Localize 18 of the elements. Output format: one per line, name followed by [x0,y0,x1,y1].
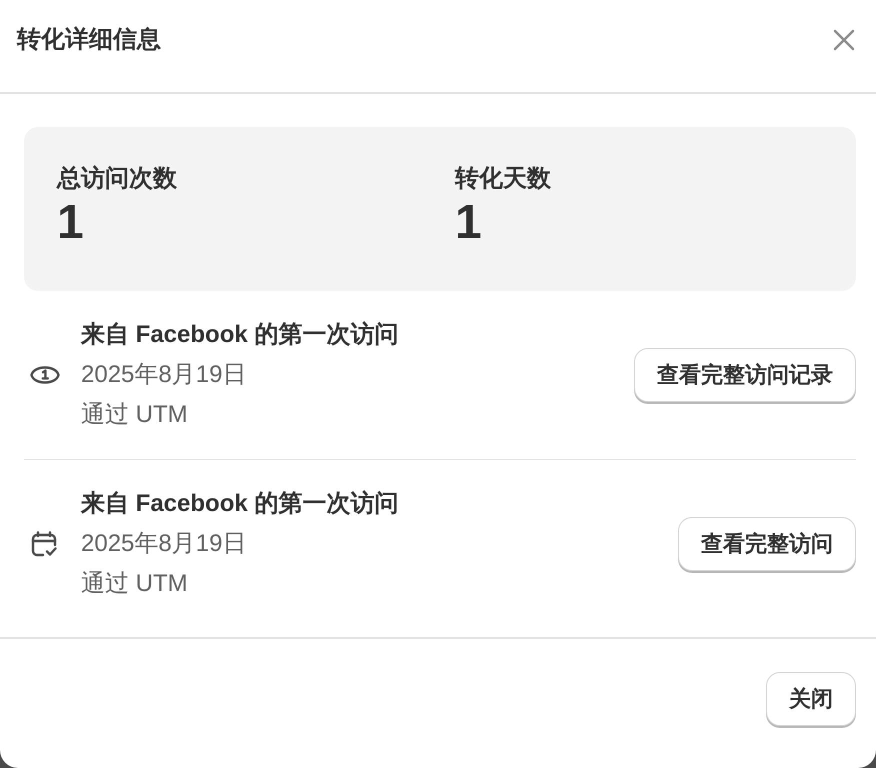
visit-source: 通过 UTM [81,400,188,430]
close-icon [832,28,856,52]
close-button[interactable] [832,28,856,52]
calendar-check-icon [30,530,58,558]
visit-date: 2025年8月19日 [81,529,246,559]
dialog-title: 转化详细信息 [17,25,161,55]
view-visit-button[interactable]: 查看完整访问记录 [634,348,856,402]
visit-date: 2025年8月19日 [81,360,246,390]
view-visit-button[interactable]: 查看完整访问 [678,517,856,571]
stat-label: 总访问次数 [57,164,177,194]
number-one-icon [30,364,60,386]
visit-title: 来自 Facebook 的第一次访问 [81,320,398,350]
stat-value: 1 [57,195,84,251]
visit-title: 来自 Facebook 的第一次访问 [81,489,398,519]
visit-source: 通过 UTM [81,569,188,599]
stat-value: 1 [455,195,482,251]
close-dialog-button[interactable]: 关闭 [766,672,856,726]
stat-label: 转化天数 [455,164,551,194]
